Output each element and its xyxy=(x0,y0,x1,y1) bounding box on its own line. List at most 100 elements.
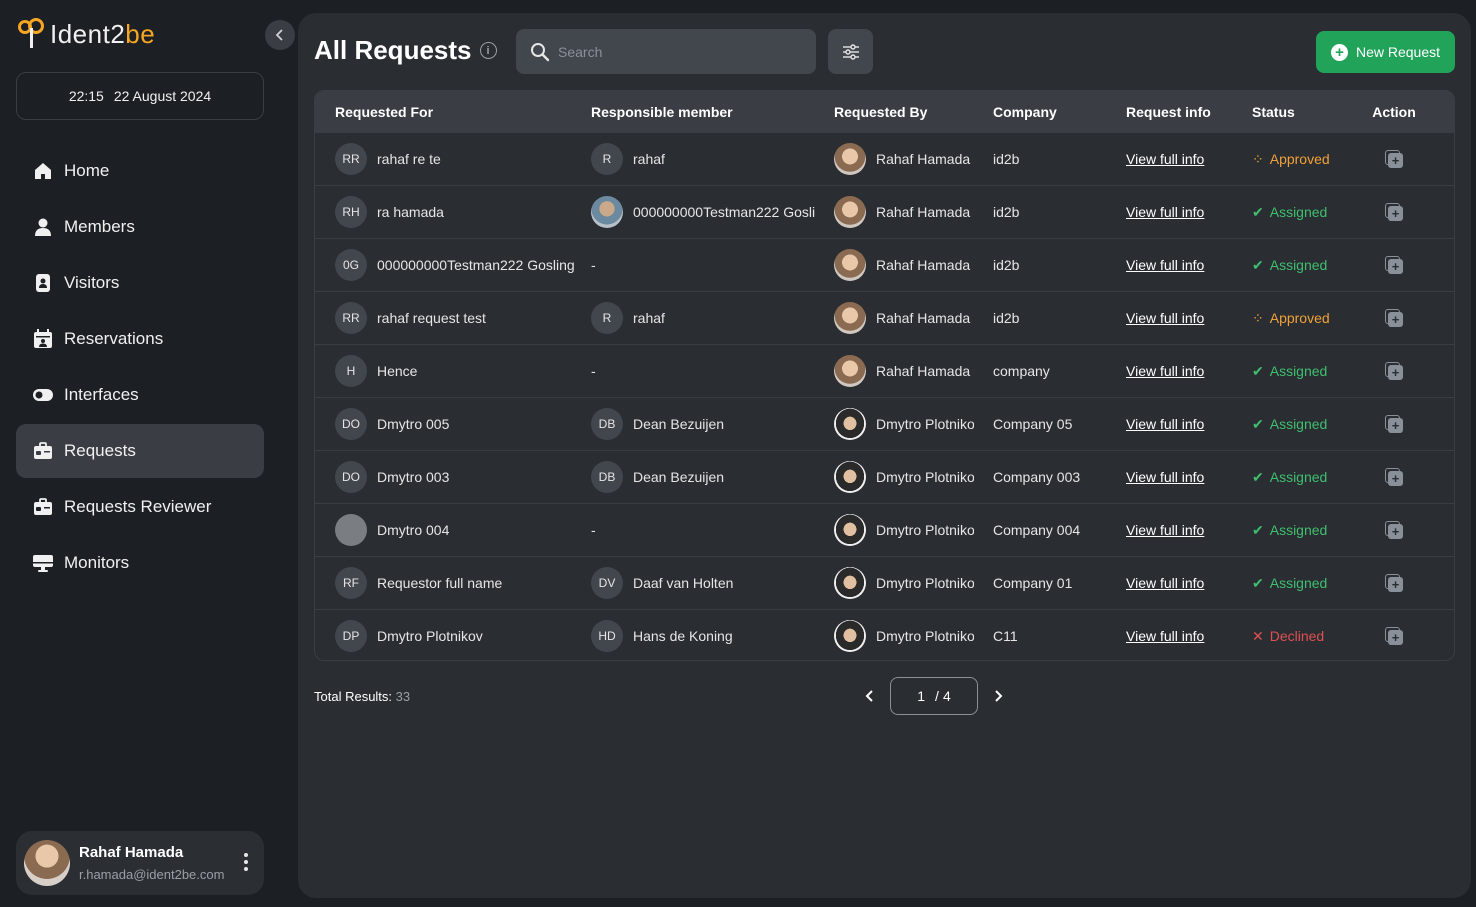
company-name: Company 05 xyxy=(993,416,1073,432)
user-card[interactable]: Rahaf Hamada r.hamada@ident2be.com xyxy=(16,831,264,895)
add-copy-icon[interactable]: + xyxy=(1385,203,1403,221)
logo-text: Ident2be xyxy=(50,18,156,49)
app-logo[interactable]: Ident2be xyxy=(16,16,155,52)
company-name: C11 xyxy=(993,628,1018,644)
page-input[interactable]: 1 / 4 xyxy=(890,677,978,715)
table-row[interactable]: RR rahaf request test Rrahaf Rahaf Hamada… xyxy=(315,291,1454,344)
responsible-member-name: Daaf van Holten xyxy=(633,575,734,591)
table-row[interactable]: 0G 000000000Testman222 Gosling - Rahaf Ha… xyxy=(315,238,1454,291)
table-row[interactable]: RH ra hamada 000000000Testman222 Gosling … xyxy=(315,185,1454,238)
page-separator: / xyxy=(935,688,939,704)
add-copy-icon[interactable]: + xyxy=(1385,256,1403,274)
sidebar-item-requests[interactable]: Requests xyxy=(16,424,264,478)
column-header[interactable]: Company xyxy=(993,104,1126,120)
filter-button[interactable] xyxy=(828,29,873,74)
sidebar-item-interfaces[interactable]: Interfaces xyxy=(16,368,264,422)
column-header[interactable]: Status xyxy=(1252,104,1354,120)
sidebar-item-home[interactable]: Home xyxy=(16,144,264,198)
check-icon: ✔ xyxy=(1252,362,1264,379)
avatar: RR xyxy=(335,143,367,175)
view-full-info-link[interactable]: View full info xyxy=(1126,363,1204,379)
close-icon: ✕ xyxy=(1252,627,1264,644)
info-icon[interactable]: i xyxy=(479,42,497,59)
requested-for-name: rahaf request test xyxy=(377,310,486,326)
table-row[interactable]: Dmytro 004 - Dmytro Plotnikov Company 00… xyxy=(315,503,1454,556)
add-copy-icon[interactable]: + xyxy=(1385,468,1403,486)
view-full-info-link[interactable]: View full info xyxy=(1126,310,1204,326)
search-input[interactable] xyxy=(558,43,798,60)
sidebar-item-monitors[interactable]: Monitors xyxy=(16,536,264,590)
view-full-info-link[interactable]: View full info xyxy=(1126,469,1204,485)
previous-page-button[interactable] xyxy=(858,684,882,708)
add-copy-icon[interactable]: + xyxy=(1385,521,1403,539)
avatar xyxy=(335,514,367,546)
add-copy-icon[interactable]: + xyxy=(1385,150,1403,168)
requested-by-name: Dmytro Plotnikov xyxy=(876,575,974,591)
responsible-member-name: 000000000Testman222 Gosling xyxy=(633,204,815,220)
column-header[interactable]: Request info xyxy=(1126,104,1252,120)
avatar xyxy=(834,461,866,493)
status-badge: ✔ Assigned xyxy=(1252,256,1328,274)
add-copy-icon[interactable]: + xyxy=(1385,415,1403,433)
table-row[interactable]: DO Dmytro 005 DB Dean Bezuijen Dmytro Plot… xyxy=(315,397,1454,450)
status-badge: ✔ Assigned xyxy=(1252,574,1328,592)
user-email: r.hamada@ident2be.com xyxy=(79,867,225,882)
company-name: Company 003 xyxy=(993,469,1081,485)
new-request-button[interactable]: + New Request xyxy=(1316,31,1455,73)
sidebar-item-label: Visitors xyxy=(64,273,120,292)
add-copy-icon[interactable]: + xyxy=(1385,309,1403,327)
sidebar-item-reservations[interactable]: Reservations xyxy=(16,312,264,366)
requested-by-name: Rahaf Hamada xyxy=(876,310,971,326)
requested-by-name: Rahaf Hamada xyxy=(876,257,971,273)
requested-by-name: Dmytro Plotnikov xyxy=(876,469,974,485)
avatar xyxy=(834,302,866,334)
sidebar-item-label: Members xyxy=(64,217,135,236)
sidebar-item-members[interactable]: Members xyxy=(16,200,264,254)
column-header[interactable]: Requested For xyxy=(315,104,591,120)
view-full-info-link[interactable]: View full info xyxy=(1126,575,1204,591)
more-vertical-icon[interactable] xyxy=(242,853,250,871)
column-header[interactable]: Requested By xyxy=(834,104,993,120)
avatar xyxy=(834,514,866,546)
check-icon: ✔ xyxy=(1252,468,1264,485)
avatar: HD xyxy=(591,620,623,652)
sidebar: Ident2be 22:15 22 August 2024 Home Membe… xyxy=(0,0,286,907)
search-box[interactable] xyxy=(516,29,816,74)
add-copy-icon[interactable]: + xyxy=(1385,574,1403,592)
view-full-info-link[interactable]: View full info xyxy=(1126,257,1204,273)
collapse-sidebar-button[interactable] xyxy=(265,20,295,50)
view-full-info-link[interactable]: View full info xyxy=(1126,522,1204,538)
check-icon: ✔ xyxy=(1252,574,1264,591)
sidebar-nav: Home Members Visitors Reservations Inter… xyxy=(16,144,264,592)
plus-circle-icon: + xyxy=(1330,43,1348,61)
sidebar-item-visitors[interactable]: Visitors xyxy=(16,256,264,310)
company-name: id2b xyxy=(993,257,1020,273)
avatar: DP xyxy=(335,620,367,652)
company-name: id2b xyxy=(993,204,1020,220)
requested-by-name: Dmytro Plotnikov xyxy=(876,628,974,644)
column-header[interactable]: Responsible member xyxy=(591,104,834,120)
table-header: Requested For Responsible member Request… xyxy=(315,91,1454,132)
table-row[interactable]: DO Dmytro 003 DB Dean Bezuijen Dmytro Plot… xyxy=(315,450,1454,503)
responsible-member-name: rahaf xyxy=(633,310,665,326)
status-badge: ✔ Assigned xyxy=(1252,203,1328,221)
avatar xyxy=(834,196,866,228)
pagination: 1 / 4 xyxy=(858,677,1010,715)
view-full-info-link[interactable]: View full info xyxy=(1126,204,1204,220)
avatar: RF xyxy=(335,567,367,599)
table-row[interactable]: RF Requestor full name DV Daaf van Holten … xyxy=(315,556,1454,609)
add-copy-icon[interactable]: + xyxy=(1385,627,1403,645)
chevron-left-icon xyxy=(865,690,873,702)
view-full-info-link[interactable]: View full info xyxy=(1126,628,1204,644)
monitor-icon xyxy=(32,552,54,574)
sidebar-item-requests-reviewer[interactable]: Requests Reviewer xyxy=(16,480,264,534)
next-page-button[interactable] xyxy=(986,684,1010,708)
calendar-icon xyxy=(32,328,54,350)
briefcase-icon xyxy=(32,496,54,518)
table-row[interactable]: DP Dmytro Plotnikov HD Hans de Koning Dmyt… xyxy=(315,609,1454,660)
table-row[interactable]: H Hence - Rahaf Hamada company View full … xyxy=(315,344,1454,397)
view-full-info-link[interactable]: View full info xyxy=(1126,151,1204,167)
table-row[interactable]: RR rahaf re te Rrahaf Rahaf Hamada id2b V… xyxy=(315,132,1454,185)
view-full-info-link[interactable]: View full info xyxy=(1126,416,1204,432)
add-copy-icon[interactable]: + xyxy=(1385,362,1403,380)
